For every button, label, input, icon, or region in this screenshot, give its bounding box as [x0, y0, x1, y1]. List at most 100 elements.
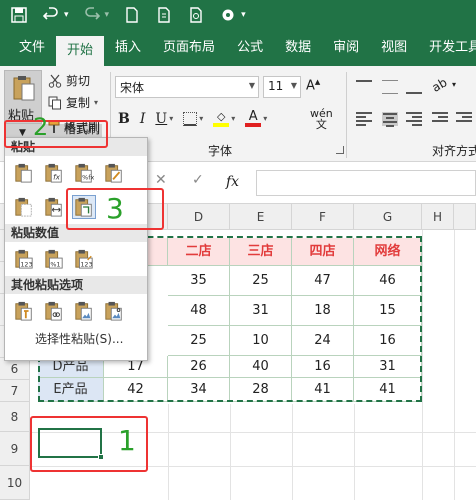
table-cell[interactable]: 46: [354, 266, 422, 296]
table-cell[interactable]: 24: [292, 326, 354, 356]
table-cell[interactable]: 16: [292, 356, 354, 378]
align-right-icon[interactable]: [406, 112, 422, 126]
format-painter-label-overlay[interactable]: 格式刷: [64, 120, 100, 137]
formula-input[interactable]: [256, 170, 476, 196]
table-cell[interactable]: 31: [354, 356, 422, 378]
row-header-7[interactable]: 7: [0, 380, 30, 402]
new-file-icon[interactable]: [123, 6, 141, 24]
table-cell[interactable]: 16: [354, 326, 422, 356]
tab-home[interactable]: 开始: [56, 36, 105, 66]
formatting-icon[interactable]: [13, 300, 35, 322]
column-header-e[interactable]: E: [230, 204, 292, 230]
column-header-g[interactable]: G: [354, 204, 422, 230]
table-cell[interactable]: 48: [168, 296, 230, 326]
orientation-dropdown-icon[interactable]: ▾: [452, 80, 456, 89]
table-cell[interactable]: 41: [292, 378, 354, 402]
table-header-cell[interactable]: 三店: [230, 238, 292, 266]
font-size-select[interactable]: 11 ▼: [263, 76, 301, 98]
column-header-d[interactable]: D: [168, 204, 230, 230]
paste-values-icon[interactable]: 123: [13, 248, 35, 270]
paste-special-menu-item[interactable]: 选择性粘贴(S)...: [5, 328, 147, 350]
open-file-icon[interactable]: [155, 6, 173, 24]
copy-button[interactable]: 复制 ▾: [48, 94, 98, 111]
print-preview-icon[interactable]: [187, 6, 205, 24]
tab-data[interactable]: 数据: [274, 30, 322, 66]
linked-picture-icon[interactable]: [103, 300, 125, 322]
table-cell[interactable]: 26: [168, 356, 230, 378]
customize-toolbar-icon[interactable]: ▾: [241, 10, 246, 20]
phonetic-guide-icon[interactable]: wén 文: [310, 108, 333, 130]
tab-developer[interactable]: 开发工具: [418, 30, 476, 66]
table-product-cell[interactable]: E产品: [38, 378, 104, 402]
table-cell[interactable]: 15: [354, 296, 422, 326]
table-header-cell[interactable]: 网络: [354, 238, 422, 266]
values-number-format-icon[interactable]: %1: [43, 248, 65, 270]
transpose-icon[interactable]: [72, 195, 96, 219]
borders-icon[interactable]: [183, 111, 198, 126]
save-icon[interactable]: [10, 6, 28, 24]
keep-source-formatting-icon[interactable]: [103, 162, 125, 184]
bold-icon[interactable]: B: [118, 111, 130, 127]
fill-color-dropdown-icon[interactable]: ▾: [231, 114, 235, 123]
orientation-icon[interactable]: ab: [430, 75, 450, 95]
tab-page-layout[interactable]: 页面布局: [152, 30, 226, 66]
values-source-formatting-icon[interactable]: 123: [73, 248, 95, 270]
table-header-cell[interactable]: 四店: [292, 238, 354, 266]
cut-button[interactable]: 剪切: [48, 72, 90, 89]
font-name-select[interactable]: 宋体 ▼: [115, 76, 259, 98]
redo-icon[interactable]: [83, 6, 101, 24]
copy-dropdown-icon[interactable]: ▾: [94, 98, 98, 107]
column-header-i[interactable]: [454, 204, 476, 230]
column-header-h[interactable]: H: [422, 204, 454, 230]
table-cell[interactable]: 35: [168, 266, 230, 296]
underline-dropdown-icon[interactable]: ▾: [169, 114, 173, 123]
decrease-indent-icon[interactable]: [432, 112, 448, 126]
row-header-9[interactable]: 9: [0, 432, 30, 466]
table-cell[interactable]: 10: [230, 326, 292, 356]
table-cell[interactable]: 42: [104, 378, 168, 402]
insert-function-icon[interactable]: fx: [226, 174, 239, 190]
font-color-dropdown-icon[interactable]: ▾: [263, 114, 267, 123]
table-cell[interactable]: 41: [354, 378, 422, 402]
align-left-icon[interactable]: [356, 112, 372, 126]
paste-formulas-icon[interactable]: fx: [43, 162, 65, 184]
undo-icon[interactable]: [42, 6, 60, 24]
italic-icon[interactable]: I: [140, 111, 146, 127]
picture-icon[interactable]: [73, 300, 95, 322]
fill-handle[interactable]: [98, 454, 104, 460]
top-align-icon[interactable]: [356, 80, 372, 94]
cancel-icon[interactable]: ✕: [155, 172, 167, 188]
undo-dropdown-icon[interactable]: ▾: [64, 10, 69, 20]
table-cell[interactable]: 40: [230, 356, 292, 378]
table-cell[interactable]: 25: [168, 326, 230, 356]
no-borders-icon[interactable]: [13, 196, 35, 218]
table-cell[interactable]: 18: [292, 296, 354, 326]
table-cell[interactable]: 34: [168, 378, 230, 402]
paste-formulas-number-format-icon[interactable]: %fx: [73, 162, 95, 184]
redo-dropdown-icon[interactable]: ▾: [105, 10, 110, 20]
middle-align-icon[interactable]: [382, 80, 398, 94]
settings-icon[interactable]: [219, 6, 237, 24]
tab-insert[interactable]: 插入: [104, 30, 152, 66]
fill-color-icon[interactable]: ◇: [213, 110, 230, 127]
underline-icon[interactable]: U: [155, 111, 167, 127]
paste-link-icon[interactable]: [43, 300, 65, 322]
tab-review[interactable]: 审阅: [322, 30, 370, 66]
paste-icon[interactable]: [13, 162, 35, 184]
bottom-align-icon[interactable]: [406, 80, 422, 94]
table-cell[interactable]: 25: [230, 266, 292, 296]
row-header-10[interactable]: 10: [0, 466, 30, 500]
column-header-f[interactable]: F: [292, 204, 354, 230]
table-cell[interactable]: 47: [292, 266, 354, 296]
increase-font-size-icon[interactable]: A▲: [306, 78, 320, 93]
align-center-icon[interactable]: [382, 112, 398, 127]
table-header-cell[interactable]: 二店: [168, 238, 230, 266]
tab-formulas[interactable]: 公式: [226, 30, 274, 66]
keep-column-widths-icon[interactable]: [43, 196, 65, 218]
font-dialog-launcher-icon[interactable]: [336, 146, 344, 154]
enter-icon[interactable]: ✓: [192, 172, 204, 188]
table-cell[interactable]: 28: [230, 378, 292, 402]
font-color-icon[interactable]: A: [245, 110, 262, 127]
increase-indent-icon[interactable]: [456, 112, 472, 126]
borders-dropdown-icon[interactable]: ▾: [199, 114, 203, 123]
